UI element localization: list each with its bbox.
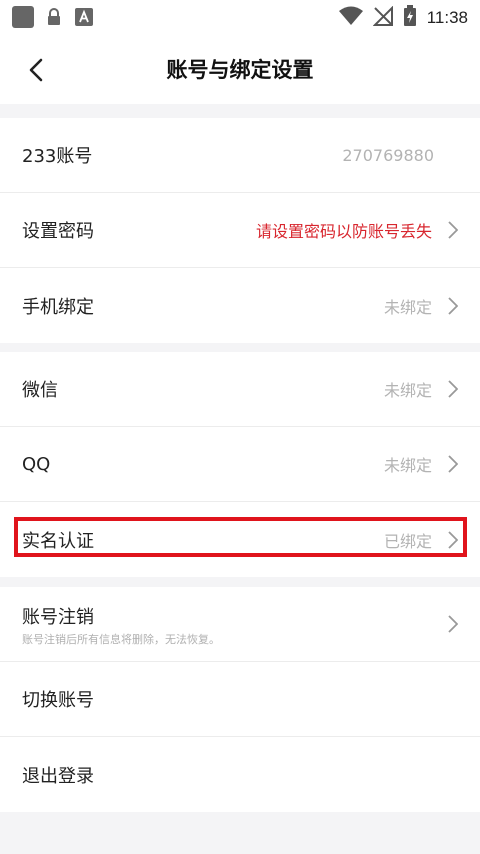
row-phone-binding[interactable]: 手机绑定 未绑定 xyxy=(0,268,480,343)
wechat-binding-status: 未绑定 xyxy=(383,381,432,400)
row-label: 手机绑定 xyxy=(22,296,94,318)
row-real-name-verification[interactable]: 实名认证 已绑定 xyxy=(0,502,480,577)
row-label: 微信 xyxy=(22,380,58,401)
nav-bar: 账号与绑定设置 xyxy=(0,36,480,104)
chevron-right-icon xyxy=(446,615,460,633)
row-account-id: 233账号 270769880 xyxy=(0,118,480,193)
row-switch-account[interactable]: 切换账号 xyxy=(0,662,480,737)
status-right-icons: 11:38 xyxy=(338,5,468,31)
chevron-right-icon xyxy=(446,380,460,398)
status-time: 11:38 xyxy=(426,8,468,27)
account-info-group: 233账号 270769880 设置密码 请设置密码以防账号丢失 手机绑定 未绑… xyxy=(0,118,480,343)
lock-icon xyxy=(44,6,64,28)
status-bar: 11:38 xyxy=(0,0,480,36)
row-qq[interactable]: QQ 未绑定 xyxy=(0,427,480,502)
app-icon xyxy=(12,6,34,28)
phone-binding-status: 未绑定 xyxy=(383,297,432,317)
row-wechat[interactable]: 微信 未绑定 xyxy=(0,352,480,427)
row-label: QQ xyxy=(22,453,51,475)
chevron-right-icon xyxy=(446,530,460,549)
delete-account-hint: 账号注销后所有信息将删除，无法恢复。 xyxy=(22,633,220,646)
chevron-right-icon xyxy=(446,455,460,473)
row-label: 实名认证 xyxy=(22,530,94,552)
real-name-status: 已绑定 xyxy=(383,531,432,551)
status-left-icons xyxy=(12,6,94,28)
account-actions-group: 账号注销 账号注销后所有信息将删除，无法恢复。 切换账号 退出登录 xyxy=(0,587,480,812)
row-logout[interactable]: 退出登录 xyxy=(0,737,480,812)
wifi-icon xyxy=(338,6,363,30)
binding-group: 微信 未绑定 QQ 未绑定 实名认证 已绑定 xyxy=(0,352,480,577)
no-signal-icon xyxy=(372,5,393,30)
page-title: 账号与绑定设置 xyxy=(166,58,314,82)
row-label: 233账号 xyxy=(22,146,93,167)
row-label: 退出登录 xyxy=(22,765,94,787)
chevron-right-icon xyxy=(446,296,460,315)
a-icon xyxy=(74,6,94,28)
password-warning: 请设置密码以防账号丢失 xyxy=(255,222,432,241)
account-id-value: 270769880 xyxy=(342,145,434,165)
row-label: 设置密码 xyxy=(22,221,94,242)
qq-binding-status: 未绑定 xyxy=(383,456,432,475)
chevron-right-icon xyxy=(446,221,460,239)
row-set-password[interactable]: 设置密码 请设置密码以防账号丢失 xyxy=(0,193,480,268)
row-label: 切换账号 xyxy=(22,690,94,711)
row-delete-account[interactable]: 账号注销 账号注销后所有信息将删除，无法恢复。 xyxy=(0,587,480,662)
battery-charging-icon xyxy=(403,5,417,31)
row-label: 账号注销 xyxy=(22,607,94,628)
